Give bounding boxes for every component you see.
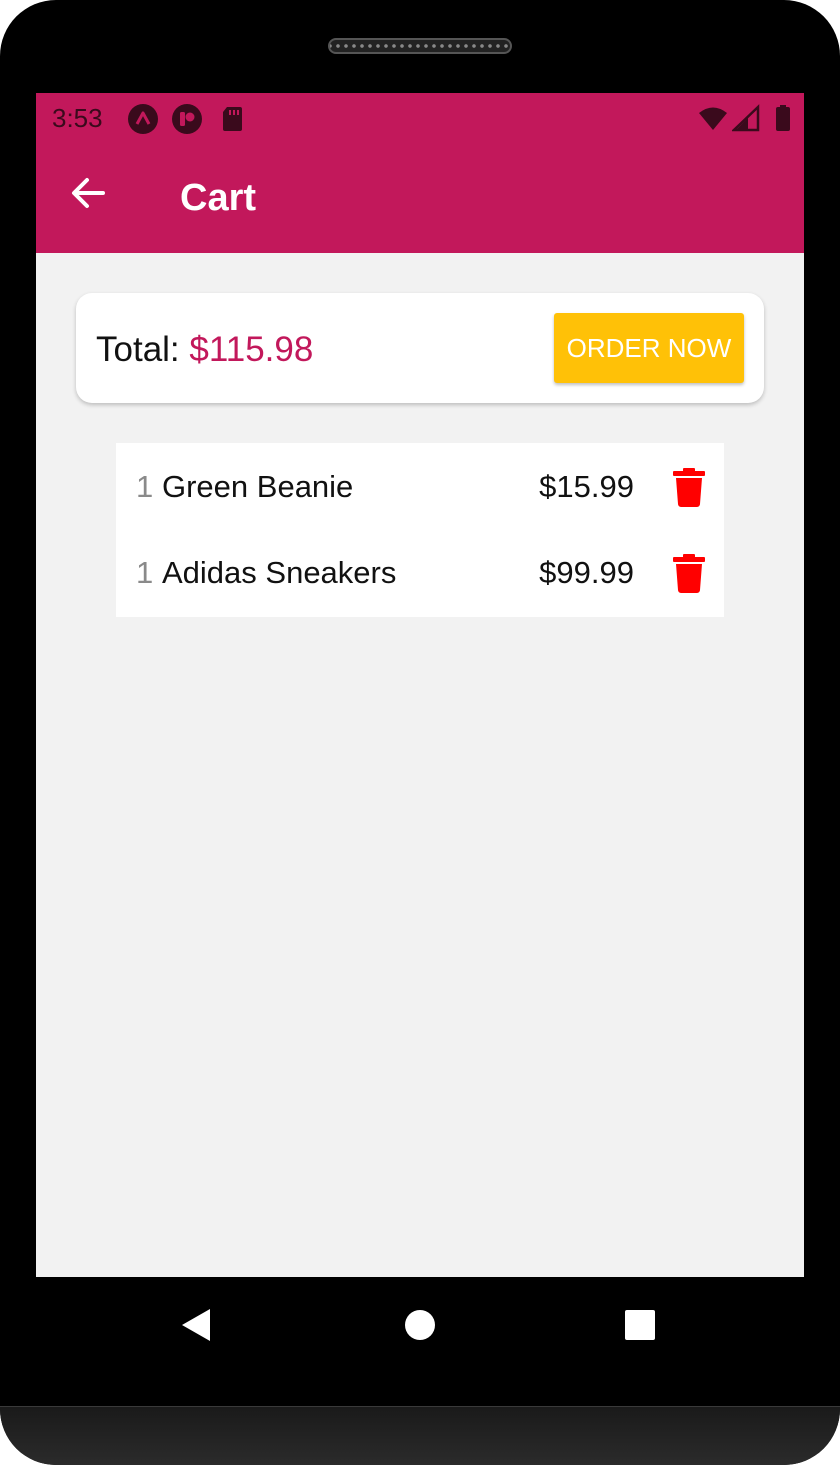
item-name: Green Beanie [162, 469, 354, 504]
item-quantity: 1 [136, 555, 154, 590]
page-title: Cart [180, 177, 257, 219]
total-label: Total: [96, 330, 180, 369]
home-circle-icon[interactable] [402, 1307, 438, 1343]
list-item: 1 Green Beanie $15.99 [116, 443, 724, 529]
sd-card-icon [218, 104, 248, 134]
trash-icon[interactable] [672, 553, 706, 593]
screen: 3:53 Cart Total: $115.98 ORDER NOW 1 Gre… [36, 93, 804, 1277]
status-bar: 3:53 [36, 93, 804, 143]
total-row: Total: $115.98 [96, 330, 313, 370]
item-price: $15.99 [539, 469, 634, 504]
trash-icon[interactable] [672, 467, 706, 507]
app-a-icon [128, 104, 158, 134]
recents-square-icon[interactable] [622, 1307, 658, 1343]
total-amount: $115.98 [189, 330, 314, 369]
item-quantity: 1 [136, 469, 154, 504]
signal-icon [730, 104, 762, 134]
system-nav-bar [36, 1277, 804, 1373]
total-card: Total: $115.98 ORDER NOW [76, 293, 764, 403]
back-button[interactable] [60, 167, 116, 223]
item-name: Adidas Sneakers [162, 555, 397, 590]
back-triangle-icon[interactable] [178, 1307, 214, 1343]
status-time: 3:53 [52, 103, 103, 133]
order-now-button[interactable]: ORDER NOW [554, 313, 744, 383]
earpiece-speaker [328, 38, 512, 54]
wifi-icon [698, 104, 728, 134]
battery-icon [768, 104, 798, 134]
device-frame: 3:53 Cart Total: $115.98 ORDER NOW 1 Gre… [0, 0, 840, 1465]
arrow-back-icon [68, 173, 108, 218]
app-bar: Cart [36, 143, 804, 253]
item-price: $99.99 [539, 555, 634, 590]
list-item: 1 Adidas Sneakers $99.99 [116, 529, 724, 615]
cart-list: 1 Green Beanie $15.99 1 Adidas Sneakers … [116, 443, 724, 617]
app-p-icon [172, 104, 202, 134]
device-chin [0, 1406, 840, 1465]
